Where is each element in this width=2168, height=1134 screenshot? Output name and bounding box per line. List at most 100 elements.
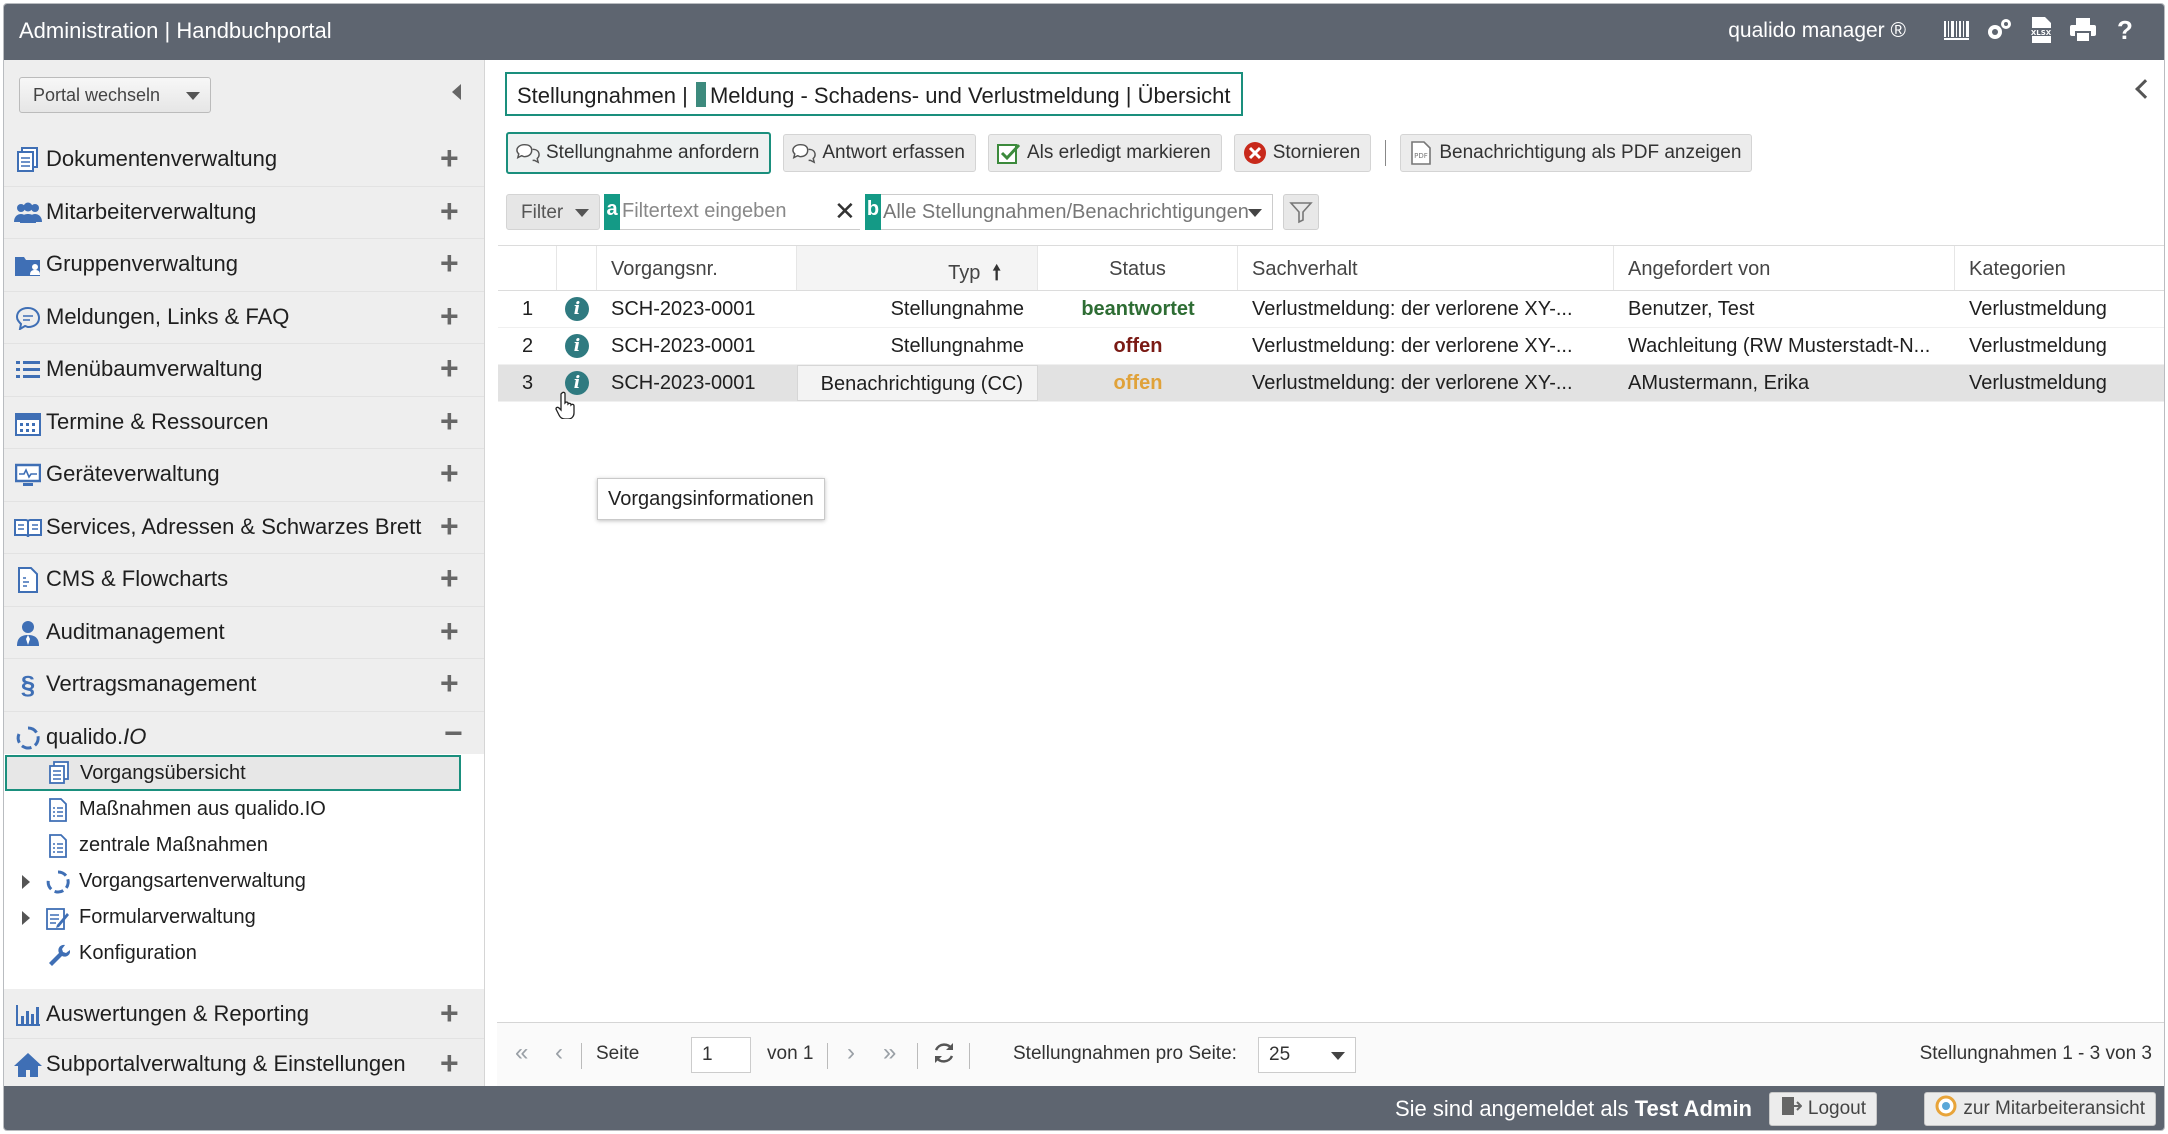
- table-row-selected[interactable]: 3 i SCH-2023-0001 Benachrichtigung (CC) …: [498, 365, 2164, 402]
- collapse-sidebar-icon[interactable]: [452, 84, 461, 100]
- sidebar-subitem-vorgangsuebersicht[interactable]: Vorgangsübersicht: [5, 755, 461, 791]
- pagination-bar: « ‹ Seite 1 von 1 › » Stellungnahmen pro…: [497, 1022, 2164, 1086]
- expand-plus-icon[interactable]: +: [440, 667, 459, 699]
- info-cell: i: [557, 328, 597, 364]
- sidebar-subitem-zentrale-massnahmen[interactable]: zentrale Maßnahmen: [4, 828, 464, 864]
- settings-icon[interactable]: [1984, 15, 2014, 45]
- mark-done-button[interactable]: Als erledigt markieren: [987, 134, 1222, 172]
- col-vorgangsnr[interactable]: Vorgangsnr.: [597, 246, 797, 290]
- portal-switch-select[interactable]: Portal wechseln: [19, 77, 211, 113]
- logout-label: Logout: [1807, 1098, 1866, 1119]
- refresh-icon[interactable]: [931, 1040, 957, 1072]
- funnel-filter-icon[interactable]: [1283, 194, 1319, 230]
- expand-plus-icon[interactable]: +: [440, 195, 459, 227]
- filter-text-input[interactable]: Filtertext eingeben: [620, 194, 860, 230]
- main-panel: Stellungnahmen | Meldung - Schadens- und…: [497, 60, 2164, 1086]
- info-icon[interactable]: i: [565, 334, 589, 358]
- sidebar-item-auswertungen[interactable]: Auswertungen & Reporting +: [4, 989, 484, 1039]
- show-pdf-label: Benachrichtigung als PDF anzeigen: [1439, 142, 1742, 163]
- expand-plus-icon[interactable]: +: [440, 142, 459, 174]
- print-icon[interactable]: [2068, 15, 2098, 45]
- sidebar-item-label: Gruppenverwaltung: [46, 251, 239, 276]
- qualido-icon: [14, 725, 42, 751]
- page-input[interactable]: 1: [691, 1037, 751, 1073]
- expand-arrow-icon[interactable]: [22, 911, 30, 925]
- home-icon: [14, 1052, 42, 1078]
- pdf-icon: PDF: [1409, 141, 1433, 165]
- portal-switch-label: Portal wechseln: [33, 85, 161, 105]
- chevron-down-icon: [1248, 209, 1262, 217]
- chevron-left-icon[interactable]: [2135, 79, 2155, 99]
- sidebar-subitem-vorgangsartenverwaltung[interactable]: Vorgangsartenverwaltung: [4, 864, 464, 900]
- sidebar-item-gruppenverwaltung[interactable]: Gruppenverwaltung +: [4, 239, 484, 292]
- color-marker: [695, 82, 706, 107]
- statement-type-select[interactable]: Alle Stellungnahmen/Benachrichtigungen: [881, 194, 1273, 230]
- col-label: Sachverhalt: [1252, 258, 1358, 280]
- pager-separator: [581, 1043, 582, 1069]
- enter-answer-button[interactable]: Antwort erfassen: [783, 134, 976, 172]
- sidebar-item-services[interactable]: Services, Adressen & Schwarzes Brett +: [4, 502, 484, 554]
- sidebar-item-auditmanagement[interactable]: Auditmanagement +: [4, 607, 484, 659]
- expand-plus-icon[interactable]: +: [440, 997, 459, 1029]
- expand-plus-icon[interactable]: +: [440, 405, 459, 437]
- expand-plus-icon[interactable]: +: [440, 562, 459, 594]
- sidebar-item-subportalverwaltung[interactable]: Subportalverwaltung & Einstellungen +: [4, 1039, 484, 1089]
- col-status[interactable]: Status: [1038, 246, 1238, 290]
- sidebar-item-label: Geräteverwaltung: [46, 461, 220, 486]
- page-label: Seite: [596, 1043, 640, 1064]
- col-label: Angefordert von: [1628, 258, 1771, 280]
- sidebar-item-geraeteverwaltung[interactable]: Geräteverwaltung +: [4, 449, 484, 502]
- breadcrumb-part-1[interactable]: Stellungnahmen |: [517, 83, 688, 108]
- toolbar: Stellungnahme anfordern Antwort erfassen…: [506, 132, 1753, 174]
- top-icons: XLSX ?: [1942, 15, 2140, 45]
- cell-typ: Stellungnahme: [890, 335, 1024, 357]
- show-pdf-button[interactable]: PDF Benachrichtigung als PDF anzeigen: [1400, 134, 1753, 172]
- sidebar-item-meldungen[interactable]: Meldungen, Links & FAQ +: [4, 292, 484, 344]
- expand-plus-icon[interactable]: +: [440, 247, 459, 279]
- table-row[interactable]: 2 i SCH-2023-0001 Stellungnahme offen Ve…: [498, 328, 2164, 365]
- sidebar-item-vertragsmanagement[interactable]: § Vertragsmanagement +: [4, 659, 484, 712]
- xlsx-icon[interactable]: XLSX: [2026, 15, 2056, 45]
- barcode-icon[interactable]: [1942, 15, 1972, 45]
- cancel-button[interactable]: Stornieren: [1233, 134, 1372, 172]
- cell-typ: Benachrichtigung (CC): [797, 365, 1038, 401]
- sidebar-item-label: qualido.IO: [46, 724, 146, 750]
- sidebar-subitem-formularverwaltung[interactable]: Formularverwaltung: [4, 900, 464, 936]
- sidebar-item-dokumentenverwaltung[interactable]: Dokumentenverwaltung +: [4, 134, 484, 187]
- svg-text:XLSX: XLSX: [2031, 29, 2052, 37]
- sidebar-item-termine[interactable]: Termine & Ressourcen +: [4, 397, 484, 449]
- mark-done-label: Als erledigt markieren: [1026, 142, 1211, 163]
- help-icon[interactable]: ?: [2110, 15, 2140, 45]
- sort-ascending-icon: 🠕: [992, 262, 1001, 284]
- col-typ[interactable]: Typ 🠕: [797, 246, 1038, 290]
- sidebar-item-mitarbeiterverwaltung[interactable]: Mitarbeiterverwaltung +: [4, 187, 484, 239]
- expand-plus-icon[interactable]: +: [440, 457, 459, 489]
- info-icon[interactable]: i: [565, 297, 589, 321]
- request-statement-button[interactable]: Stellungnahme anfordern: [506, 132, 772, 174]
- col-sachverhalt[interactable]: Sachverhalt: [1238, 246, 1614, 290]
- expand-plus-icon[interactable]: +: [440, 1047, 459, 1079]
- brand-label: qualido manager ®: [1728, 19, 1906, 42]
- expand-plus-icon[interactable]: +: [440, 352, 459, 384]
- sidebar-item-cms[interactable]: CMS & Flowcharts +: [4, 554, 484, 607]
- employee-view-button[interactable]: zur Mitarbeiteransicht: [1924, 1092, 2156, 1126]
- subitem-label: Maßnahmen aus qualido.IO: [79, 798, 326, 820]
- sidebar-subitem-konfiguration[interactable]: Konfiguration: [4, 936, 464, 972]
- expand-plus-icon[interactable]: +: [440, 615, 459, 647]
- pager-separator: [827, 1043, 828, 1069]
- sidebar-item-menuebaumverwaltung[interactable]: Menübaumverwaltung +: [4, 344, 484, 397]
- expand-plus-icon[interactable]: +: [440, 510, 459, 542]
- expand-arrow-icon[interactable]: [22, 875, 30, 889]
- table-row[interactable]: 1 i SCH-2023-0001 Stellungnahme beantwor…: [498, 291, 2164, 328]
- pager-summary: Stellungnahmen 1 - 3 von 3: [1919, 1043, 2152, 1064]
- per-page-select[interactable]: 25: [1258, 1037, 1356, 1073]
- pager-separator: [917, 1043, 918, 1069]
- clear-icon[interactable]: ✕: [834, 196, 856, 227]
- expand-plus-icon[interactable]: +: [440, 300, 459, 332]
- collapse-minus-icon[interactable]: −: [444, 717, 463, 749]
- logout-button[interactable]: Logout: [1768, 1092, 1877, 1126]
- col-angefordert[interactable]: Angefordert von: [1614, 246, 1955, 290]
- col-kategorien[interactable]: Kategorien: [1955, 246, 2164, 290]
- filter-dropdown[interactable]: Filter: [506, 194, 600, 230]
- sidebar-subitem-massnahmen-io[interactable]: Maßnahmen aus qualido.IO: [4, 792, 464, 828]
